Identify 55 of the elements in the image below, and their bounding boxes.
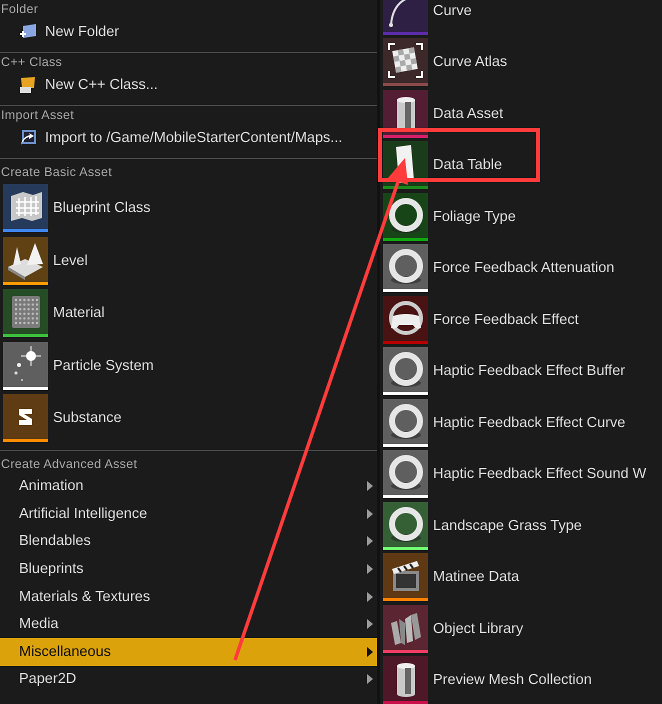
asset-item[interactable]: Curve Atlas	[383, 36, 662, 88]
category-item[interactable]: Media	[0, 610, 377, 638]
tile-grid-icon	[3, 289, 48, 334]
ring-icon	[383, 502, 428, 547]
section-heading: Create Basic Asset	[0, 164, 114, 181]
menu-item[interactable]: Import to /Game/MobileStarterContent/Maps...	[0, 124, 377, 152]
asset-item[interactable]: Haptic Feedback Effect Sound W	[383, 448, 662, 500]
books-icon	[383, 604, 428, 650]
menu-item[interactable]: New C++ Class...	[0, 71, 377, 99]
checker-icon	[383, 38, 428, 84]
asset-item[interactable]: Foliage Type	[383, 191, 662, 242]
category-item[interactable]: Paper2D	[0, 666, 377, 694]
asset-item[interactable]: Curve	[383, 0, 662, 36]
section-heading: Import Asset	[0, 107, 76, 124]
section-heading: C++ Class	[0, 54, 64, 71]
map-icon	[3, 184, 48, 230]
gamepad-icon	[383, 296, 428, 341]
asset-item[interactable]: Force Feedback Effect	[383, 294, 662, 346]
ring-icon	[383, 450, 428, 496]
ring-icon	[383, 398, 428, 444]
ring-icon	[383, 192, 428, 238]
asset-item[interactable]: Landscape Grass Type	[383, 500, 662, 552]
asset-item[interactable]: Data Asset	[383, 88, 662, 140]
category-item[interactable]: Artificial Intelligence	[0, 500, 377, 528]
clapperboard-icon	[383, 553, 428, 598]
section-heading: Folder	[0, 1, 40, 18]
menu-item[interactable]: New Folder	[0, 18, 377, 46]
asset-item[interactable]: Level	[0, 234, 377, 287]
category-item[interactable]: Blendables	[0, 528, 377, 556]
cylinder-icon	[383, 90, 428, 135]
asset-item[interactable]: Blueprint Class	[0, 182, 377, 234]
import-icon	[19, 129, 37, 147]
asset-item[interactable]: Substance	[0, 392, 377, 444]
sparkle-icon	[3, 342, 48, 387]
category-item[interactable]: Miscellaneous	[0, 638, 377, 666]
substance-icon	[3, 394, 48, 440]
folder-add-icon	[19, 23, 37, 41]
ring-icon	[383, 347, 428, 392]
asset-item[interactable]: Object Library	[383, 603, 662, 654]
asset-item[interactable]: Material	[0, 287, 377, 340]
asset-item[interactable]: Matinee Data	[383, 552, 662, 603]
category-item[interactable]: Animation	[0, 472, 377, 500]
section-heading: Create Advanced Asset	[0, 456, 138, 472]
asset-item[interactable]: Preview Mesh Collection	[383, 654, 662, 704]
category-item[interactable]: Blueprints	[0, 555, 377, 583]
class-folder-icon	[19, 76, 37, 94]
asset-item[interactable]: Haptic Feedback Effect Buffer	[383, 346, 662, 397]
curve-icon	[383, 0, 428, 32]
asset-item[interactable]: Haptic Feedback Effect Curve	[383, 397, 662, 448]
category-item[interactable]: Materials & Textures	[0, 582, 377, 610]
cylinder-icon	[383, 656, 428, 702]
ring-icon	[383, 244, 428, 290]
terrain-icon	[3, 236, 48, 282]
asset-item[interactable]: Particle System	[0, 340, 377, 392]
asset-item[interactable]: Force Feedback Attenuation	[383, 242, 662, 294]
